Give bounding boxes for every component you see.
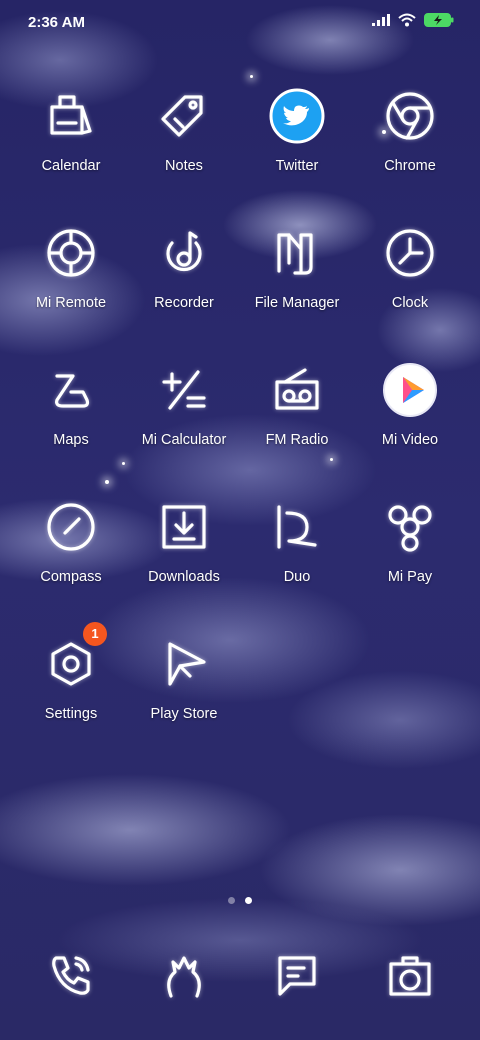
video-icon [380,360,440,420]
twitter-icon [267,86,327,146]
app-label: Mi Calculator [141,432,227,448]
app-file-manager[interactable]: File Manager [241,223,353,311]
app-label: Play Store [150,706,218,722]
app-label: FM Radio [265,432,329,448]
status-icons [372,13,454,27]
app-label: Chrome [384,158,436,174]
page-dot-active[interactable] [245,897,252,904]
clock-icon [380,223,440,283]
app-label: Downloads [148,569,220,585]
star [330,458,333,461]
app-mi-remote[interactable]: Mi Remote [15,223,127,311]
app-label: Notes [165,158,203,174]
dock [0,945,480,1015]
app-downloads[interactable]: Downloads [128,497,240,585]
notes-icon [154,86,214,146]
dock-messages[interactable] [241,945,353,1005]
calculator-icon [154,360,214,420]
app-settings[interactable]: 1 Settings [15,622,127,722]
dock-camera[interactable] [354,945,466,1005]
remote-icon [41,223,101,283]
app-mi-pay[interactable]: Mi Pay [354,497,466,585]
app-label: Recorder [154,295,214,311]
calendar-icon [41,86,101,146]
signal-icon [372,14,390,26]
app-label: Calendar [41,158,101,174]
app-label: Clock [391,295,429,311]
camera-icon [380,945,440,1005]
themes-icon [154,945,214,1005]
app-compass[interactable]: Compass [15,497,127,585]
app-label: Compass [40,569,102,585]
app-label: Settings [44,706,98,722]
app-fm-radio[interactable]: FM Radio [241,360,353,448]
app-label: Mi Pay [387,569,433,585]
page-dot[interactable] [228,897,235,904]
notification-badge: 1 [83,622,107,646]
app-play-store[interactable]: Play Store [128,634,240,722]
dock-phone[interactable] [15,945,127,1005]
download-icon [154,497,214,557]
app-mi-calculator[interactable]: Mi Calculator [128,360,240,448]
star [250,75,253,78]
recorder-icon [154,223,214,283]
chrome-icon [380,86,440,146]
app-label: Mi Video [381,432,439,448]
folder-icon [267,223,327,283]
status-time: 2:36 AM [28,14,85,31]
app-mi-video[interactable]: Mi Video [354,360,466,448]
app-maps[interactable]: Maps [15,360,127,448]
settings-icon: 1 [41,622,107,694]
app-notes[interactable]: Notes [128,86,240,174]
play-store-icon [154,634,214,694]
duo-icon [267,497,327,557]
star [105,480,109,484]
page-indicator [0,897,480,904]
app-label: Twitter [275,158,319,174]
star [122,462,125,465]
messages-icon [267,945,327,1005]
maps-icon [41,360,101,420]
radio-icon [267,360,327,420]
app-twitter[interactable]: Twitter [241,86,353,174]
app-duo[interactable]: Duo [241,497,353,585]
app-clock[interactable]: Clock [354,223,466,311]
status-bar: 2:36 AM [0,0,480,44]
app-label: Maps [53,432,89,448]
app-calendar[interactable]: Calendar [15,86,127,174]
app-label: File Manager [254,295,340,311]
app-label: Mi Remote [35,295,107,311]
wifi-icon [398,13,416,27]
app-recorder[interactable]: Recorder [128,223,240,311]
app-label: Duo [283,569,311,585]
mi-pay-icon [380,497,440,557]
compass-icon [41,497,101,557]
app-chrome[interactable]: Chrome [354,86,466,174]
dock-themes[interactable] [128,945,240,1005]
battery-charging-icon [424,13,454,27]
phone-icon [41,945,101,1005]
